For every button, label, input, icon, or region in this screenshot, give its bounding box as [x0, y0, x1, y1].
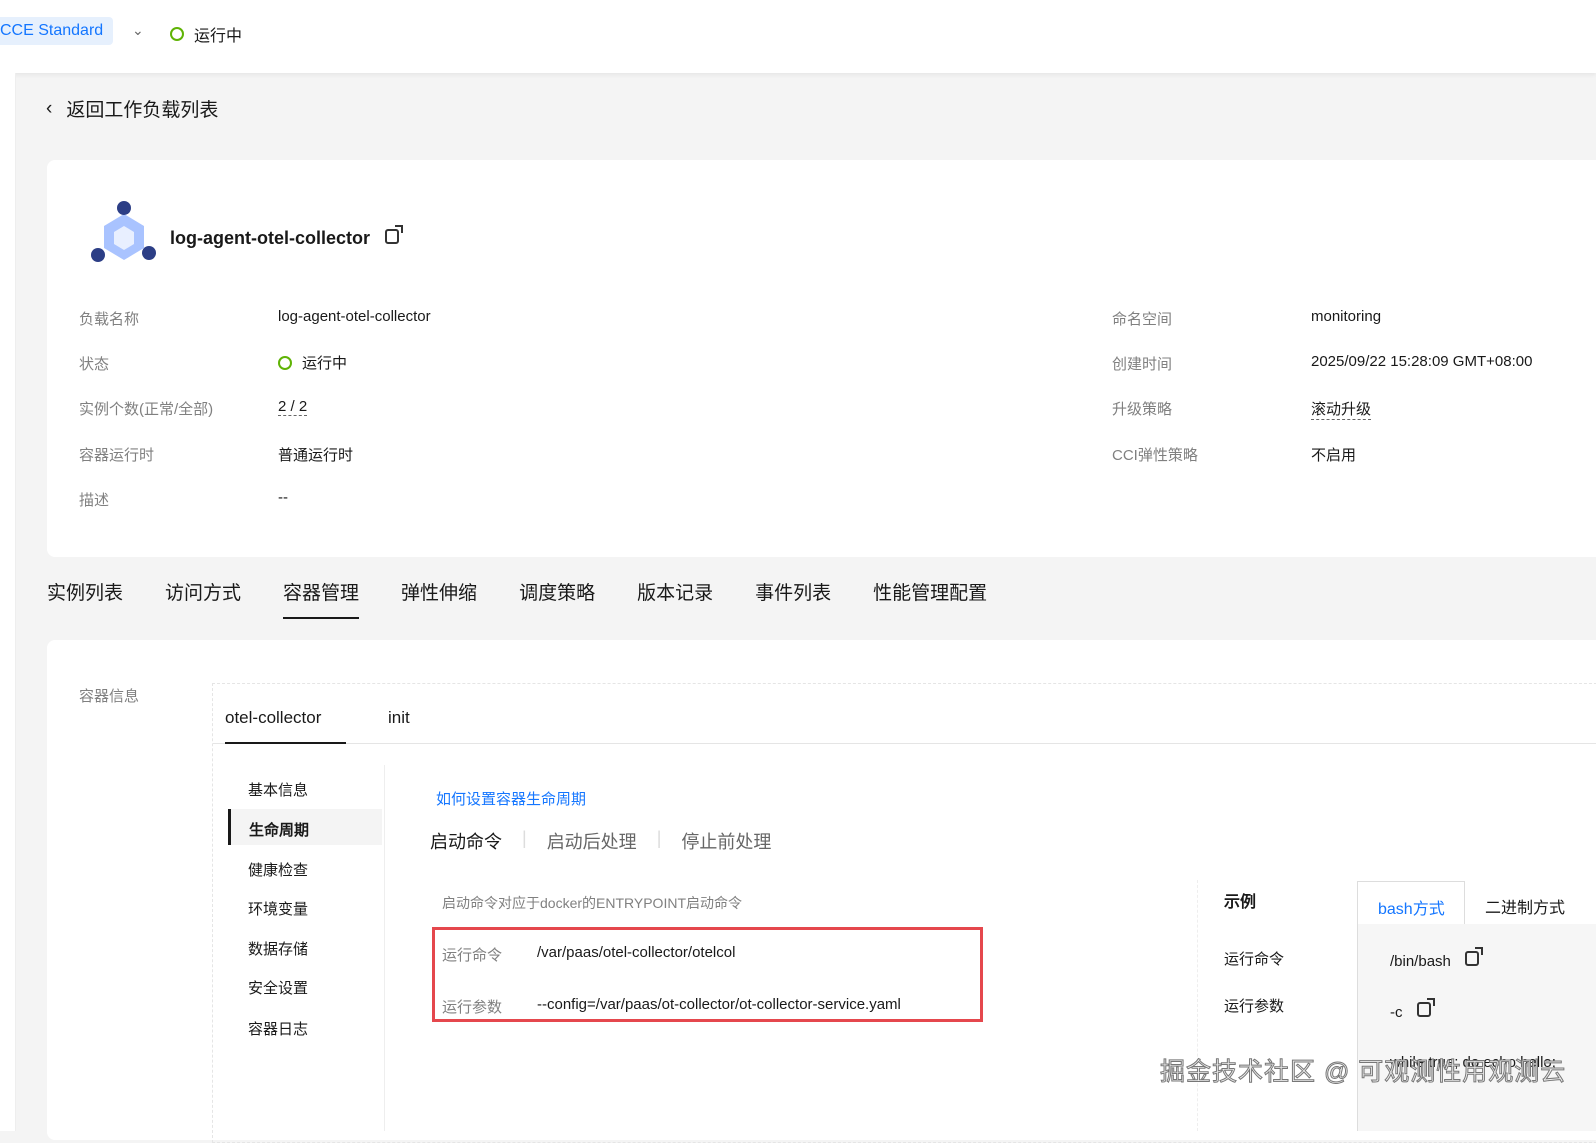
cluster-type-badge: CCE Standard	[0, 17, 114, 45]
tab-performance[interactable]: 性能管理配置	[873, 578, 987, 619]
chevron-down-icon[interactable]: ⌄	[132, 22, 148, 38]
example-arg: -c	[1390, 1004, 1403, 1021]
example-title: 示例	[1224, 894, 1257, 911]
workload-tabs: 实例列表 访问方式 容器管理 弹性伸缩 调度策略 版本记录 事件列表 性能管理配…	[47, 578, 987, 619]
watermark: 掘金技术社区 @ 可观测性用观测云	[1159, 1058, 1567, 1087]
workload-title: log-agent-otel-collector	[170, 225, 404, 249]
command-value: /var/paas/otel-collector/otelcol	[537, 944, 736, 961]
cluster-status: 运行中	[170, 22, 242, 46]
side-item-basic[interactable]: 基本信息	[248, 779, 308, 800]
example-command: /bin/bash	[1390, 953, 1451, 970]
divider	[384, 765, 385, 1131]
field-label: 创建时间	[1112, 356, 1173, 373]
container-tab-init[interactable]: init	[388, 708, 410, 728]
field-value: monitoring	[1311, 308, 1382, 325]
divider	[1197, 880, 1198, 1131]
example-args-label: 运行参数	[1224, 998, 1285, 1015]
field-label: 负载名称	[79, 311, 140, 328]
container-tab-otel-collector[interactable]: otel-collector	[225, 708, 346, 744]
copy-icon[interactable]	[385, 225, 404, 244]
chevron-left-icon: ‹	[46, 97, 53, 119]
copy-icon[interactable]	[1465, 947, 1484, 966]
tab-startup[interactable]: 启动命令	[430, 828, 502, 854]
args-value: --config=/var/paas/ot-collector/ot-colle…	[537, 996, 901, 1013]
side-item-security[interactable]: 安全设置	[248, 977, 308, 998]
tab-containers[interactable]: 容器管理	[283, 578, 360, 619]
sidebar	[0, 73, 16, 1131]
field-label: 描述	[79, 492, 110, 509]
field-value: log-agent-otel-collector	[278, 308, 431, 325]
tab-events[interactable]: 事件列表	[755, 578, 831, 619]
status-text: 运行中	[194, 28, 243, 45]
side-item-logs[interactable]: 容器日志	[248, 1018, 308, 1039]
example-tab-bash[interactable]: bash方式	[1357, 881, 1465, 925]
status-text: 运行中	[302, 355, 348, 372]
field-label: 升级策略	[1112, 401, 1173, 418]
hint-text: 启动命令对应于docker的ENTRYPOINT启动命令	[442, 895, 742, 911]
args-label: 运行参数	[442, 999, 503, 1016]
back-link[interactable]: ‹ 返回工作负载列表	[46, 95, 218, 122]
example-command-label: 运行命令	[1224, 951, 1285, 968]
field-value: 2025/09/22 15:28:09 GMT+08:00	[1311, 353, 1533, 370]
tab-instances[interactable]: 实例列表	[47, 578, 123, 619]
copy-icon[interactable]	[1416, 998, 1435, 1017]
status-running-icon	[170, 27, 184, 41]
field-label: CCI弹性策略	[1112, 447, 1198, 464]
field-label: 状态	[79, 356, 110, 373]
top-bar: CCE Standard ⌄ 运行中	[0, 0, 1596, 73]
field-value: 普通运行时	[278, 447, 354, 464]
tab-scheduling[interactable]: 调度策略	[519, 578, 595, 619]
workload-logo-icon	[91, 201, 156, 262]
section-label: 容器信息	[79, 688, 140, 705]
tab-versions[interactable]: 版本记录	[637, 578, 713, 619]
side-item-health[interactable]: 健康检查	[248, 859, 308, 880]
status-running-icon	[278, 355, 292, 370]
tab-pre-stop[interactable]: 停止前处理	[681, 828, 771, 854]
field-label: 命名空间	[1112, 311, 1173, 328]
tab-access[interactable]: 访问方式	[165, 578, 241, 619]
example-tab-binary[interactable]: 二进制方式	[1485, 894, 1565, 918]
workload-status: 运行中	[278, 352, 347, 373]
instance-count-link[interactable]: 2 / 2	[278, 398, 308, 416]
tab-post-start[interactable]: 启动后处理	[547, 828, 637, 854]
field-label: 实例个数(正常/全部)	[79, 401, 214, 418]
field-label: 容器运行时	[79, 447, 155, 464]
side-item-lifecycle[interactable]: 生命周期	[228, 809, 382, 845]
tab-scaling[interactable]: 弹性伸缩	[401, 578, 477, 619]
command-label: 运行命令	[442, 947, 503, 964]
field-value: --	[278, 489, 288, 506]
back-label: 返回工作负载列表	[66, 100, 219, 121]
divider	[213, 743, 1596, 744]
field-value: 不启用	[1311, 447, 1357, 464]
help-link[interactable]: 如何设置容器生命周期	[436, 788, 586, 809]
side-item-storage[interactable]: 数据存储	[248, 938, 308, 959]
side-item-env[interactable]: 环境变量	[248, 898, 308, 919]
upgrade-strategy-link[interactable]: 滚动升级	[1311, 398, 1372, 420]
lifecycle-tabs: 启动命令 | 启动后处理 | 停止前处理	[430, 828, 772, 854]
